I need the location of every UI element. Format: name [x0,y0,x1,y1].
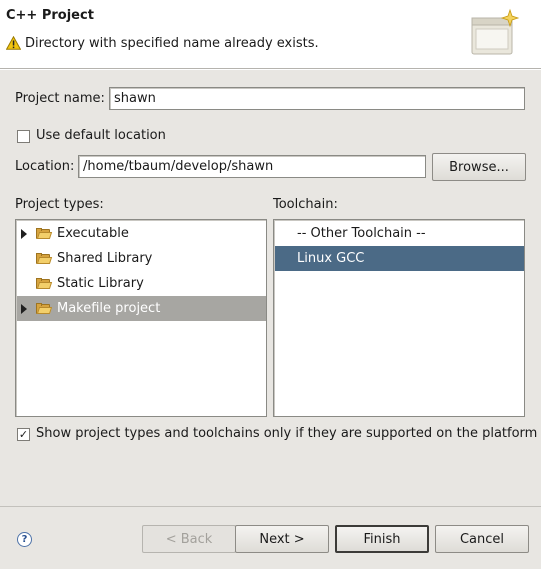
back-button[interactable]: < Back [142,525,236,553]
tree-item-makefile-project[interactable]: Makefile project [17,296,266,321]
project-name-input[interactable] [109,87,525,110]
tree-item-label: Executable [57,226,129,241]
checkmark-icon: ✓ [18,428,29,441]
toolchain-item-label: -- Other Toolchain -- [297,226,426,241]
tree-item-label: Static Library [57,276,144,291]
show-supported-checkbox[interactable]: ✓ [17,428,30,441]
use-default-location-checkbox[interactable] [17,130,30,143]
wizard-banner-icon [471,8,520,55]
folder-icon [36,278,53,289]
footer-separator [0,506,541,507]
help-icon[interactable]: ? [17,532,32,547]
project-name-label: Project name: [15,91,105,106]
use-default-location-label: Use default location [36,128,166,143]
header-separator [0,68,541,70]
project-types-tree[interactable]: Executable Shared Library Static Library… [15,219,267,417]
location-label: Location: [15,159,75,174]
next-button[interactable]: Next > [235,525,329,553]
cancel-button[interactable]: Cancel [435,525,529,553]
folder-icon [36,253,53,264]
show-supported-label: Show project types and toolchains only i… [36,426,538,441]
toolchain-item-linux-gcc[interactable]: Linux GCC [275,246,524,271]
folder-icon [36,303,53,314]
warning-message: Directory with specified name already ex… [6,34,319,52]
project-types-label: Project types: [15,197,104,212]
folder-icon [36,228,53,239]
wizard-title: C++ Project [6,8,94,23]
location-input[interactable] [78,155,426,178]
expand-arrow-icon[interactable] [21,303,27,314]
warning-text: Directory with specified name already ex… [25,35,319,51]
tree-item-static-library[interactable]: Static Library [17,271,266,296]
tree-item-label: Shared Library [57,251,153,266]
browse-button[interactable]: Browse... [432,153,526,181]
tree-item-shared-library[interactable]: Shared Library [17,246,266,271]
toolchain-item-label: Linux GCC [297,251,365,266]
warning-icon [6,36,21,50]
tree-item-executable[interactable]: Executable [17,221,266,246]
toolchain-list[interactable]: -- Other Toolchain -- Linux GCC [273,219,525,417]
finish-button[interactable]: Finish [335,525,429,553]
expand-arrow-icon[interactable] [21,228,27,239]
tree-item-label: Makefile project [57,301,161,316]
toolchain-item-other[interactable]: -- Other Toolchain -- [275,221,524,246]
toolchain-label: Toolchain: [273,197,338,212]
